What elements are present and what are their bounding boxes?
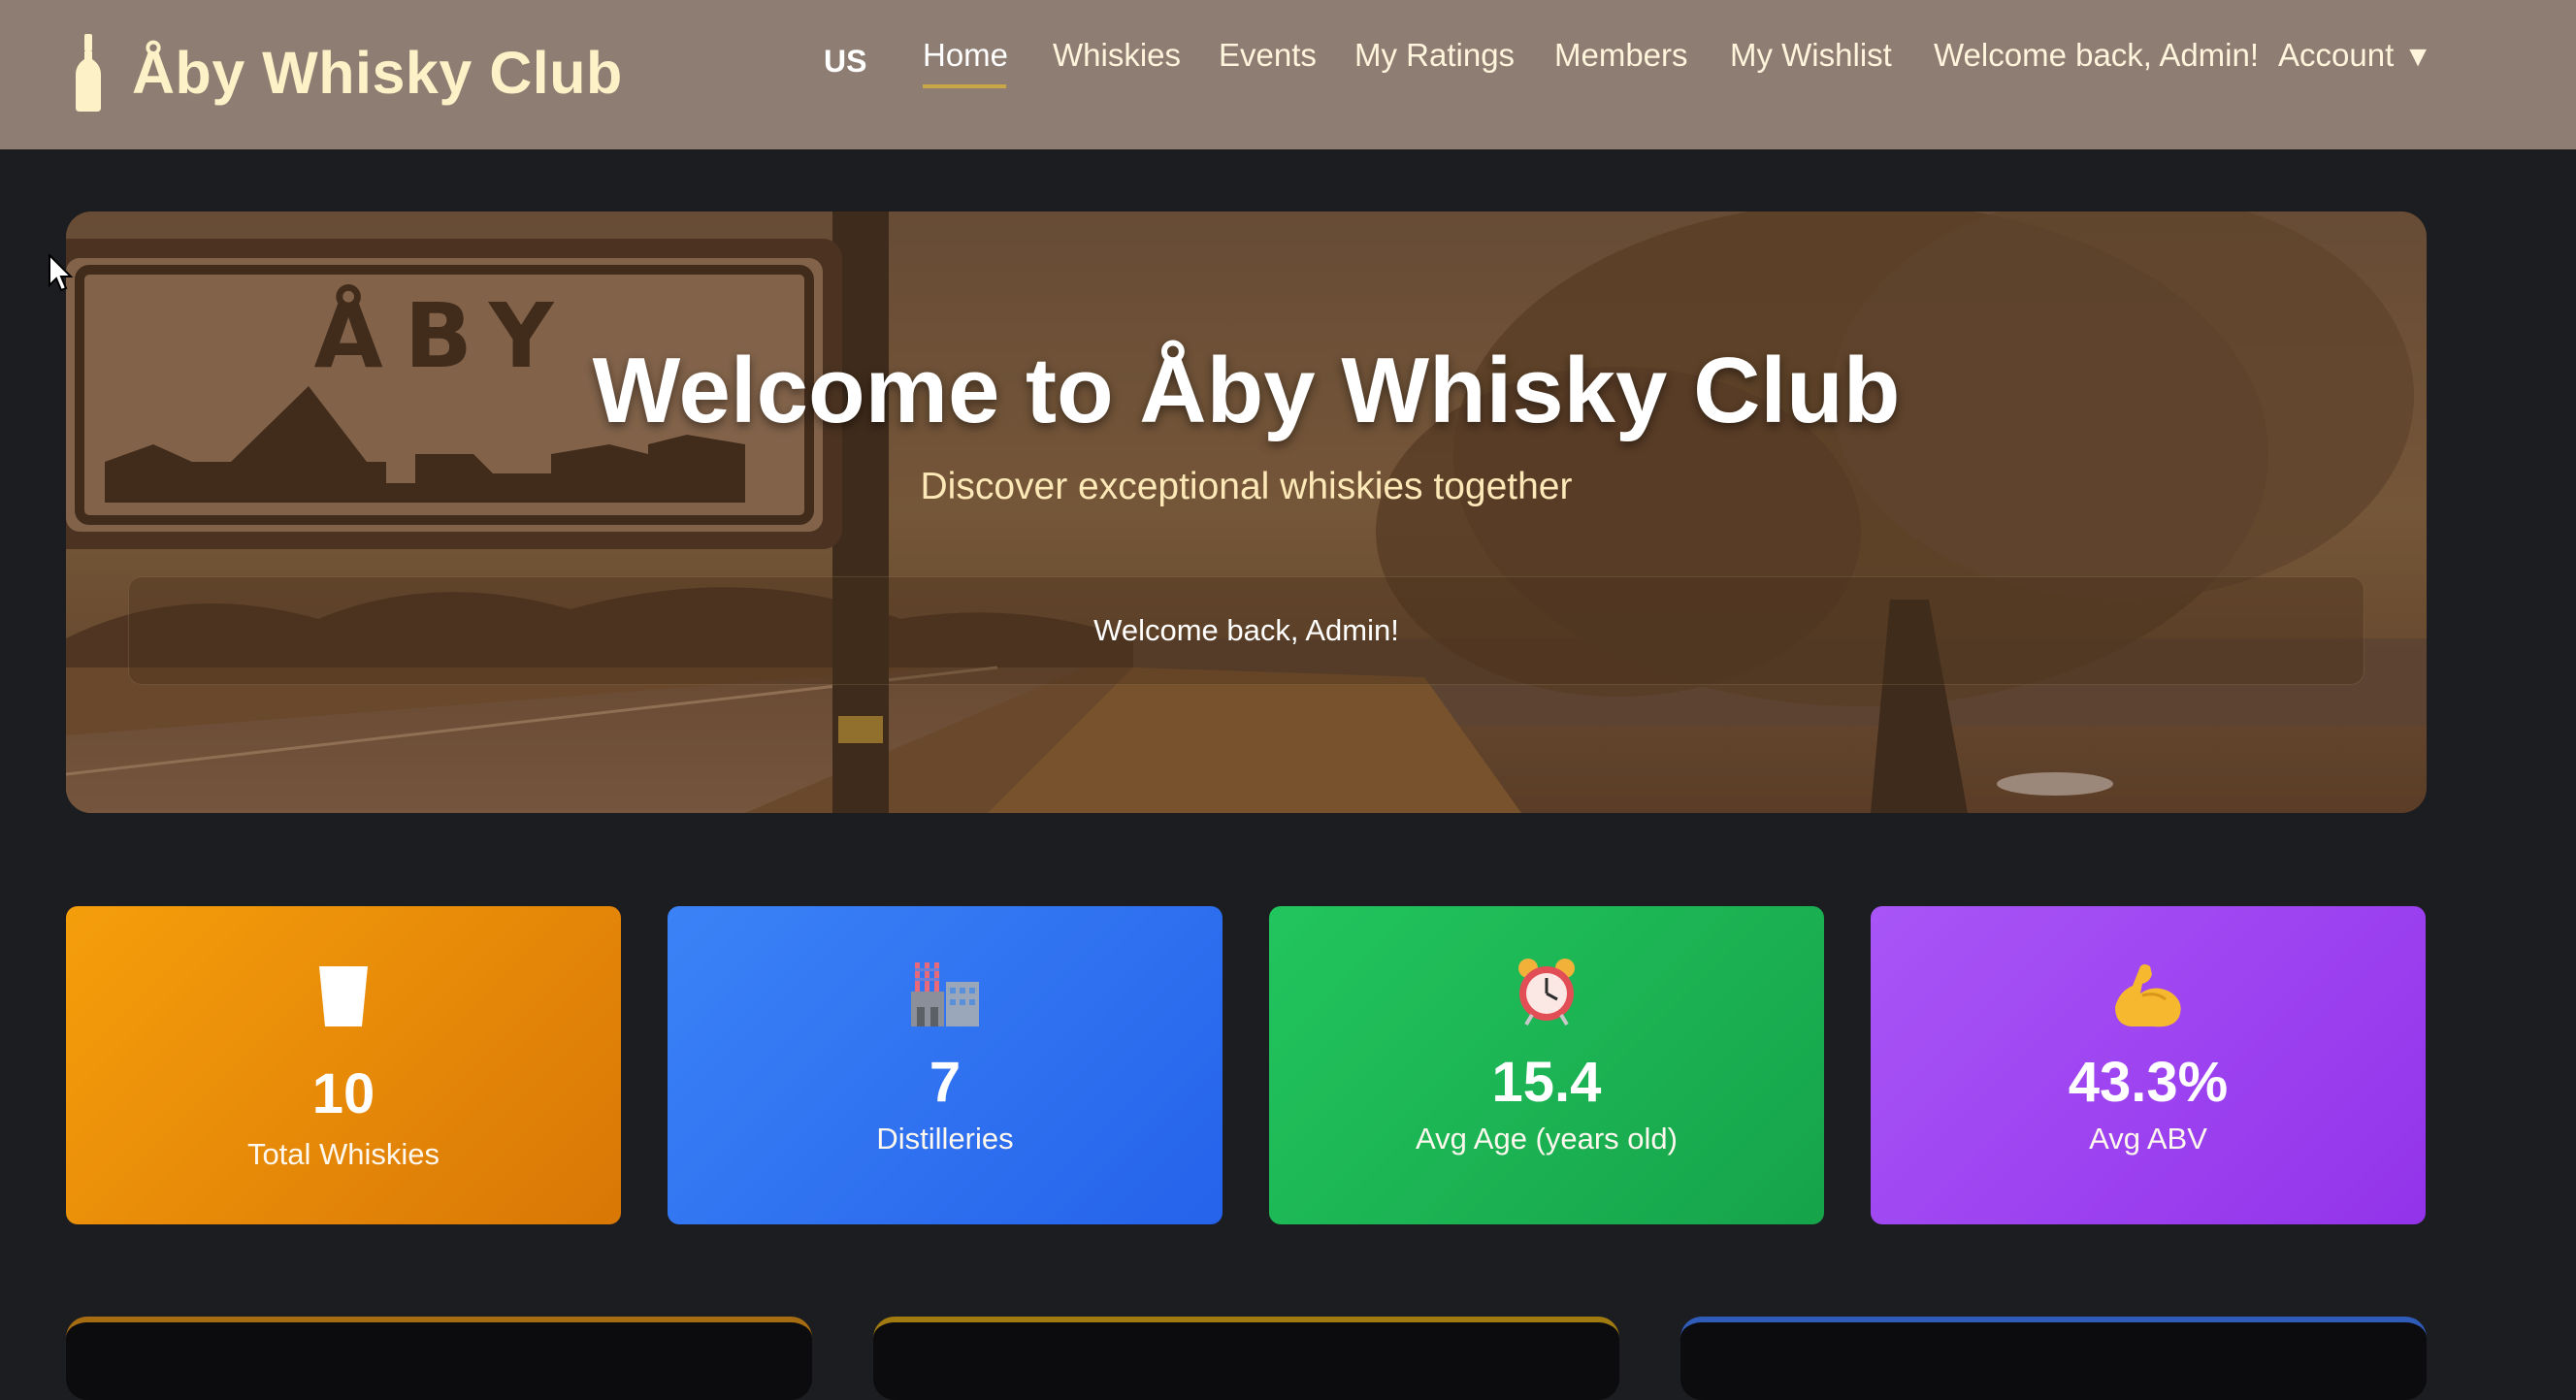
nav-active-underline <box>923 84 1006 88</box>
stat-label: Avg Age (years old) <box>1416 1122 1678 1156</box>
stat-card-total-whiskies[interactable]: 10 Total Whiskies <box>66 906 621 1224</box>
hero-background-image: ÅBY <box>66 212 2427 813</box>
mouse-cursor-icon <box>49 254 74 292</box>
nav-events[interactable]: Events <box>1219 37 1317 74</box>
nav-whiskies[interactable]: Whiskies <box>1053 37 1181 74</box>
content-panel <box>873 1317 1619 1400</box>
nav-my-ratings[interactable]: My Ratings <box>1354 37 1515 74</box>
hero-welcome-box: Welcome back, Admin! <box>128 576 2364 685</box>
stat-value: 7 <box>929 1051 962 1114</box>
glass-icon <box>66 966 621 1026</box>
content-panel <box>1680 1317 2427 1400</box>
stat-value: 10 <box>311 1062 375 1125</box>
stat-label: Avg ABV <box>2089 1122 2207 1156</box>
hero-subtitle: Discover exceptional whiskies together <box>920 466 1573 507</box>
bottle-icon <box>76 34 101 112</box>
account-label: Account <box>2278 37 2395 73</box>
stat-label: Total Whiskies <box>246 1137 440 1171</box>
top-navbar: Åby Whisky Club US Home Whiskies Events … <box>0 0 2576 149</box>
account-menu[interactable]: Account ▼ <box>2278 37 2432 74</box>
stat-card-avg-abv[interactable]: 43.3% Avg ABV <box>1871 906 2426 1224</box>
content-panel <box>66 1317 812 1400</box>
nav-home[interactable]: Home <box>923 37 1008 74</box>
flexed-arm-icon <box>1871 962 2426 1028</box>
nav-members[interactable]: Members <box>1554 37 1688 74</box>
hero-title: Welcome to Åby Whisky Club <box>592 339 1901 442</box>
stat-value: 43.3% <box>2068 1051 2229 1114</box>
stat-card-avg-age[interactable]: 15.4 Avg Age (years old) <box>1269 906 1824 1224</box>
stat-value: 15.4 <box>1491 1051 1602 1114</box>
nav-welcome-text: Welcome back, Admin! <box>1934 37 2260 73</box>
language-switch[interactable]: US <box>824 44 866 80</box>
alarm-clock-icon <box>1269 957 1824 1026</box>
hero-banner: ÅBY Welcome to Åby Whisky Club Discover … <box>66 212 2427 813</box>
stat-card-distilleries[interactable]: 7 Distilleries <box>668 906 1223 1224</box>
stat-label: Distilleries <box>876 1122 1014 1156</box>
brand-name: Åby Whisky Club <box>132 40 623 106</box>
nav-my-wishlist[interactable]: My Wishlist <box>1730 37 1892 74</box>
hero-welcome-text: Welcome back, Admin! <box>1093 613 1399 647</box>
chevron-down-icon: ▼ <box>2403 41 2432 73</box>
factory-icon <box>668 959 1223 1026</box>
brand[interactable]: Åby Whisky Club <box>74 19 623 126</box>
